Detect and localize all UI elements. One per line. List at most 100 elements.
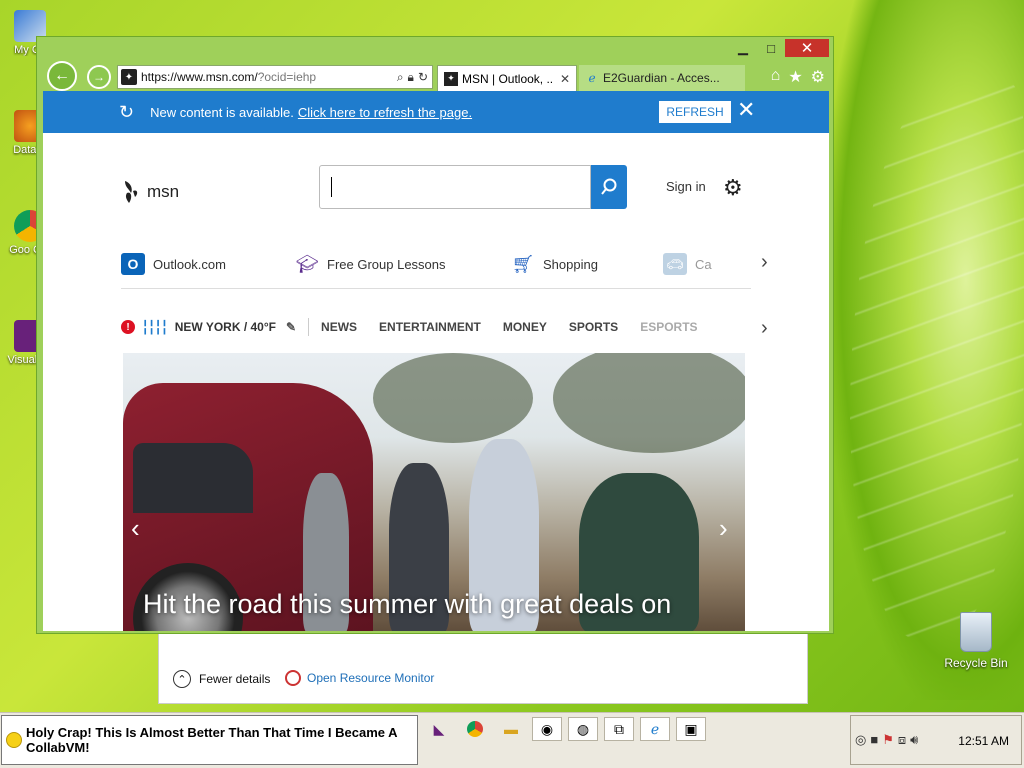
ie-favicon: ℯ (588, 71, 596, 85)
recycle-bin-icon (960, 612, 992, 652)
navigation-bar: ← → ✦ https://www.msn.com/?ocid=iehp ⌕ 🔒… (37, 59, 833, 91)
refresh-icon: ↻ (119, 101, 135, 122)
weather-alert-icon[interactable]: ! (121, 320, 135, 334)
text-caret (331, 177, 332, 197)
home-icon[interactable]: ⌂ (771, 67, 781, 87)
tab-title: E2Guardian - Acces... (603, 71, 720, 85)
favorites-star-icon[interactable]: ★ (788, 67, 802, 87)
maximize-button[interactable]: □ (757, 39, 785, 57)
quick-link-shopping[interactable]: 🛒︎ Shopping (511, 253, 598, 275)
fewer-details-label: Fewer details (199, 672, 271, 686)
msn-logo[interactable]: msn (121, 179, 179, 205)
minimize-button[interactable]: ▁ (729, 39, 757, 57)
address-bar[interactable]: ✦ https://www.msn.com/?ocid=iehp ⌕ 🔒︎ ↻ (117, 65, 433, 89)
chevron-right-icon[interactable]: › (761, 317, 768, 340)
close-tab-icon[interactable]: ✕ (560, 72, 570, 86)
command-prompt-icon[interactable]: ▣ (676, 717, 706, 741)
system-tray: ◎ ■ ⚑ ⧈ 🔊︎ 12:51 AM (850, 715, 1022, 765)
rain-icon: ╎╎╎╎ (141, 318, 169, 335)
address-url[interactable]: https://www.msn.com/?ocid=iehp (141, 70, 397, 84)
start-button-label: Holy Crap! This Is Almost Better Than Th… (26, 725, 398, 755)
msn-favicon: ✦ (444, 71, 458, 86)
smiley-icon (6, 732, 22, 748)
cart-icon: 🛒︎ (511, 253, 535, 274)
quick-link-label: Shopping (543, 256, 598, 272)
flag-alert-icon[interactable]: ⚑ (882, 732, 894, 748)
quick-link-label: Ca (695, 256, 712, 272)
chevron-right-icon[interactable]: › (761, 251, 768, 274)
msn-favicon: ✦ (121, 69, 137, 85)
car-icon: 🚗︎ (663, 253, 687, 275)
tray-icons: ◎ ■ ⚑ ⧈ 🔊︎ (855, 732, 918, 748)
media-icon[interactable]: ◉ (532, 717, 562, 741)
open-resource-monitor-label: Open Resource Monitor (307, 671, 435, 685)
refresh-button[interactable]: REFRESH (659, 101, 731, 123)
clock[interactable]: 12:51 AM (958, 734, 1009, 748)
divider (308, 318, 310, 336)
globe-icon[interactable]: ◍ (568, 717, 598, 741)
network-icon[interactable]: ⧉ (604, 717, 634, 741)
refresh-icon[interactable]: ↻ (418, 70, 428, 85)
quick-link-outlook[interactable]: O Outlook.com (121, 253, 226, 275)
window-controls: ▁ □ ✕ (729, 39, 829, 57)
notification-text: New content is available. (150, 104, 294, 120)
folder-icon[interactable]: ▬ (496, 717, 526, 741)
arrow-right-icon: → (93, 70, 105, 84)
tab-e2guardian[interactable]: ℯ E2Guardian - Acces... (579, 65, 745, 91)
carousel-next-icon[interactable]: › (719, 513, 728, 544)
nav-link-money[interactable]: MONEY (503, 320, 547, 334)
tree-foliage (373, 353, 533, 443)
lock-icon[interactable]: 🔒︎ (408, 70, 414, 85)
network-status-icon[interactable]: ⧈ (898, 732, 906, 748)
task-manager-window: ⌃ Fewer details Open Resource Monitor (158, 634, 808, 704)
volume-icon[interactable]: 🔊︎ (910, 732, 918, 748)
sign-in-link[interactable]: Sign in (666, 179, 706, 194)
hero-caption[interactable]: Hit the road this summer with great deal… (143, 589, 671, 620)
nav-link-entertainment[interactable]: ENTERTAINMENT (379, 320, 481, 334)
back-button[interactable]: ← (47, 61, 77, 91)
internet-explorer-icon[interactable]: ℯ (640, 717, 670, 741)
msn-logo-text: msn (147, 182, 180, 201)
quick-link-label: Outlook.com (153, 256, 226, 272)
quick-link-free-group-lessons[interactable]: 🎓︎ Free Group Lessons (295, 253, 446, 275)
nav-link-news[interactable]: NEWS (321, 320, 357, 334)
search-icon[interactable]: ⌕ (397, 70, 404, 85)
url-query: ?ocid=iehp (257, 70, 317, 84)
notification-bar: ↻ New content is available. Click here t… (43, 91, 829, 133)
settings-gear-icon[interactable]: ⚙ (811, 67, 825, 87)
visual-studio-icon[interactable]: ◣ (424, 717, 454, 741)
stop-icon[interactable]: ■ (870, 732, 878, 748)
resource-monitor-icon (285, 670, 301, 686)
fewer-details-button[interactable]: ⌃ Fewer details (173, 670, 270, 688)
graduation-cap-icon: 🎓︎ (295, 253, 319, 274)
weather-location[interactable]: NEW YORK / 40°F (175, 320, 276, 334)
news-navigation: ! ╎╎╎╎ NEW YORK / 40°F ✎ NEWS ENTERTAINM… (121, 313, 761, 341)
nav-link-esports[interactable]: ESPORTS (640, 320, 697, 334)
tab-msn[interactable]: ✦ MSN | Outlook, ... ✕ (437, 65, 577, 91)
outlook-icon: O (121, 253, 145, 275)
quick-link-cars[interactable]: 🚗︎ Ca (663, 253, 712, 275)
chrome-icon[interactable] (460, 717, 490, 741)
quick-links: O Outlook.com 🎓︎ Free Group Lessons 🛒︎ S… (121, 249, 751, 289)
start-button[interactable]: Holy Crap! This Is Almost Better Than Th… (1, 715, 418, 765)
hero-carousel[interactable]: ‹ › Hit the road this summer with great … (123, 353, 745, 631)
refresh-link[interactable]: Click here to refresh the page. (298, 105, 472, 120)
close-notification-icon[interactable]: ✕ (737, 97, 755, 123)
browser-window: ▁ □ ✕ ← → ✦ https://www.msn.com/?ocid=ie… (36, 36, 834, 634)
recycle-bin-label: Recycle Bin (944, 656, 1008, 670)
close-button[interactable]: ✕ (785, 39, 829, 57)
taskbar-apps: ◣ ▬ ◉ ◍ ⧉ ℯ ▣ (424, 717, 706, 741)
desktop-icon-recycle-bin[interactable]: Recycle Bin (944, 612, 1008, 670)
settings-gear-icon[interactable]: ⚙ (723, 175, 743, 201)
sync-icon[interactable]: ◎ (855, 732, 866, 748)
search-input[interactable] (319, 165, 591, 209)
pencil-edit-icon[interactable]: ✎ (286, 320, 296, 334)
open-resource-monitor-link[interactable]: Open Resource Monitor (285, 670, 434, 686)
nav-link-sports[interactable]: SPORTS (569, 320, 618, 334)
forward-button[interactable]: → (87, 65, 111, 89)
carousel-prev-icon[interactable]: ‹ (131, 513, 140, 544)
search-button[interactable] (591, 165, 627, 209)
search-icon (601, 178, 617, 195)
url-host: https://www.msn.com/ (141, 70, 258, 84)
car-window (133, 443, 253, 513)
